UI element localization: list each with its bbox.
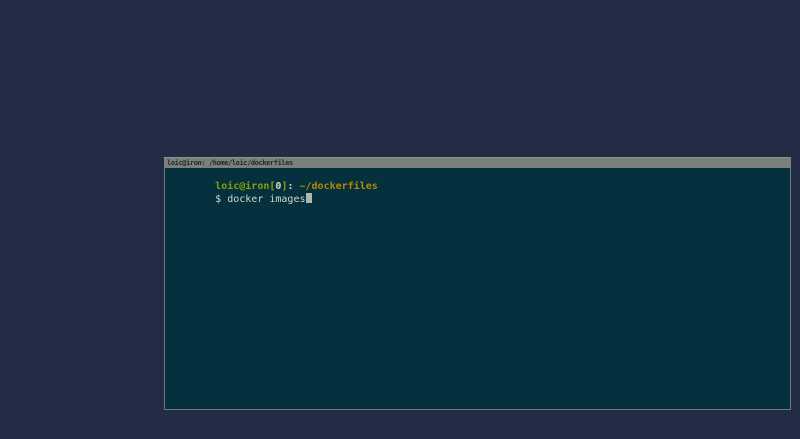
- prompt-path: ~/dockerfiles: [299, 181, 378, 192]
- prompt-separator: :: [287, 181, 300, 192]
- prompt-user-host: loic@iron: [215, 181, 270, 192]
- terminal-window[interactable]: loic@iron: /home/loic/dockerfiles loic@i…: [164, 157, 791, 410]
- shell-prompt-symbol: $: [215, 194, 228, 205]
- prompt-line: loic@iron[0]: ~/dockerfiles: [167, 169, 788, 192]
- desktop-background: loic@iron: /home/loic/dockerfiles loic@i…: [0, 0, 800, 439]
- terminal-cursor: [305, 193, 312, 203]
- window-title: loic@iron: /home/loic/dockerfiles: [167, 159, 293, 167]
- typed-command: docker images: [227, 194, 306, 205]
- window-titlebar[interactable]: loic@iron: /home/loic/dockerfiles: [164, 157, 791, 168]
- terminal-screen[interactable]: loic@iron[0]: ~/dockerfiles $ docker ima…: [164, 168, 791, 410]
